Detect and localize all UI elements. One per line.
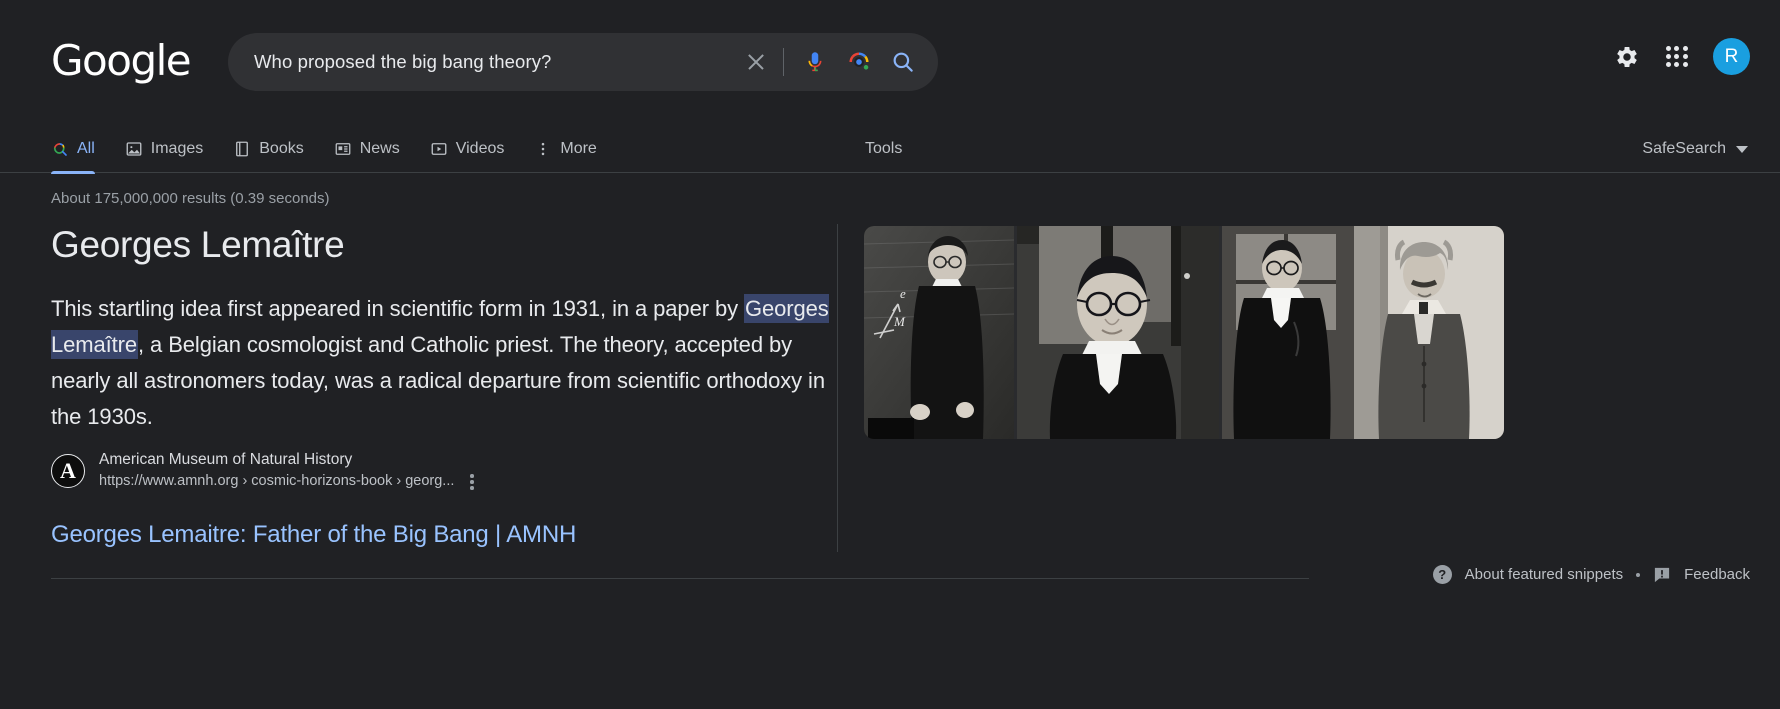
google-logo[interactable]: Google [51,40,192,82]
svg-text:M: M [893,314,906,329]
tab-all[interactable]: All [51,125,95,174]
tab-books[interactable]: Books [233,125,304,173]
separator-dot [1636,572,1641,577]
tab-label: News [359,140,400,157]
more-options-icon[interactable] [468,472,476,492]
tab-label: Books [259,140,304,157]
source-lines: American Museum of Natural History https… [99,450,476,492]
image-icon [125,140,143,158]
result-stats: About 175,000,000 results (0.39 seconds) [51,190,330,207]
search-submit-icon[interactable] [890,49,916,75]
chevron-down-icon [1736,145,1748,153]
gear-icon[interactable] [1613,43,1641,71]
svg-text:e: e [900,286,906,301]
footer-divider [51,578,1309,579]
page-header: Google Who proposed the big bang theory?… [0,0,1780,125]
book-icon [233,140,251,158]
tab-more[interactable]: More [534,125,597,173]
snippet-title: Georges Lemaître [51,224,345,265]
snippet-images: e M [864,226,1504,439]
more-vert-icon [534,140,552,158]
nav-tabs: All Images Books News Videos More [51,125,597,174]
search-input[interactable] [254,51,743,73]
snippet-image-3[interactable] [1222,226,1504,439]
microphone-icon[interactable] [802,49,828,75]
google-apps-icon[interactable] [1663,43,1691,71]
help-icon[interactable]: ? [1432,565,1452,584]
snippet-image-1[interactable]: e M [864,226,1014,439]
tab-videos[interactable]: Videos [430,125,505,173]
video-icon [430,140,448,158]
search-nav: All Images Books News Videos More Tools … [0,125,1780,174]
feedback-link[interactable]: Feedback [1684,566,1750,583]
clear-icon[interactable] [743,49,769,75]
safesearch-dropdown[interactable]: SafeSearch [1642,125,1748,173]
snippet-text-after: , a Belgian cosmologist and Catholic pri… [51,331,825,429]
snippet-text: This startling idea first appeared in sc… [51,291,841,435]
safesearch-label: SafeSearch [1642,140,1726,157]
snippet-footer: ? About featured snippets Feedback [1432,565,1750,584]
snippet-text-before: This startling idea first appeared in sc… [51,295,744,321]
about-featured-snippets-link[interactable]: About featured snippets [1465,566,1623,583]
tab-images[interactable]: Images [125,125,203,173]
feedback-icon[interactable] [1653,567,1671,583]
search-divider [783,48,784,76]
result-title-link[interactable]: Georges Lemaitre: Father of the Big Bang… [51,521,576,549]
google-search-icon [51,140,69,158]
news-icon [334,140,352,158]
search-bar[interactable] [228,33,938,91]
google-lens-icon[interactable] [846,49,872,75]
result-source[interactable]: A American Museum of Natural History htt… [51,450,476,492]
tab-news[interactable]: News [334,125,400,173]
source-url-row: https://www.amnh.org › cosmic-horizons-b… [99,472,476,492]
tools-button[interactable]: Tools [865,125,902,173]
featured-snippet: Georges Lemaître This startling idea fir… [51,224,841,435]
avatar[interactable]: R [1713,38,1750,75]
header-actions: R [1613,38,1750,75]
snippet-image-2[interactable] [1017,226,1219,439]
tab-label: All [77,140,95,157]
source-url: https://www.amnh.org › cosmic-horizons-b… [99,473,455,490]
favicon: A [51,453,85,488]
source-name: American Museum of Natural History [99,451,353,468]
tab-label: Videos [455,140,505,157]
tab-label: Images [150,140,204,157]
tab-label: More [560,140,597,157]
